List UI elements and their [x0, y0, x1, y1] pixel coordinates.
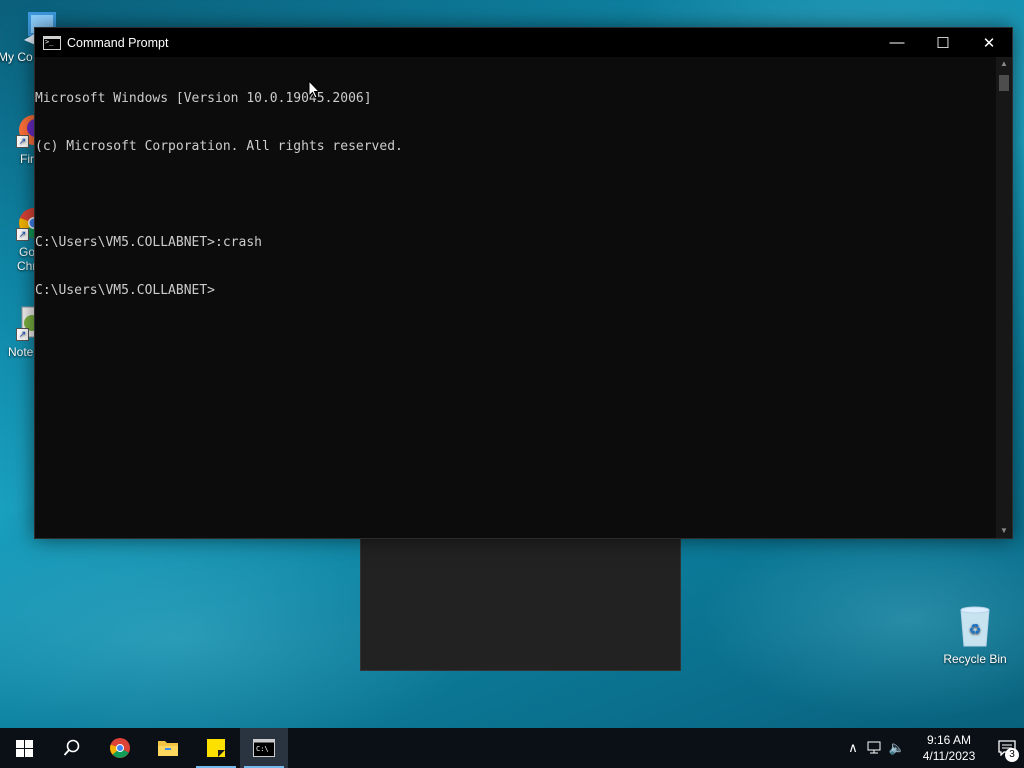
- command-prompt-window[interactable]: Command Prompt — ☐ ✕ Microsoft Windows […: [34, 27, 1013, 539]
- desktop-icon-label: Recycle Bin: [943, 652, 1007, 666]
- svg-text:C:\: C:\: [256, 745, 269, 753]
- console-output[interactable]: Microsoft Windows [Version 10.0.19045.20…: [35, 57, 996, 538]
- taskbar-sticky-notes[interactable]: [192, 728, 240, 768]
- close-button[interactable]: ✕: [966, 28, 1012, 57]
- svg-text:♻: ♻: [969, 622, 982, 638]
- system-tray: ∧ 🔈 9:16 AM 4/11/2023 3: [842, 728, 1024, 768]
- desktop-icon-recycle-bin[interactable]: ♻ Recycle Bin: [937, 604, 1013, 666]
- notification-count-badge: 3: [1005, 748, 1019, 762]
- console-prompt-line[interactable]: C:\Users\VM5.COLLABNET>: [35, 283, 996, 299]
- maximize-button[interactable]: ☐: [920, 28, 966, 57]
- console-line: C:\Users\VM5.COLLABNET>:crash: [35, 235, 262, 250]
- shortcut-arrow-icon: ↗: [16, 228, 29, 241]
- scroll-thumb[interactable]: [999, 75, 1009, 91]
- mouse-cursor-icon: [308, 80, 320, 99]
- console-line: (c) Microsoft Corporation. All rights re…: [35, 139, 403, 154]
- shortcut-arrow-icon: ↗: [16, 135, 29, 148]
- vertical-scrollbar[interactable]: ▲ ▼: [996, 57, 1012, 538]
- scroll-up-arrow-icon[interactable]: ▲: [996, 57, 1012, 71]
- action-center-button[interactable]: 3: [990, 728, 1024, 768]
- taskbar: C:\ ∧ 🔈 9:16 AM 4/11/2023 3: [0, 728, 1024, 768]
- window-title: Command Prompt: [67, 35, 169, 50]
- network-icon[interactable]: [864, 728, 886, 768]
- volume-icon[interactable]: 🔈: [886, 728, 908, 768]
- search-icon: [63, 739, 80, 756]
- file-explorer-icon: [158, 741, 178, 756]
- taskbar-command-prompt[interactable]: C:\: [240, 728, 288, 768]
- command-prompt-icon: C:\: [253, 739, 275, 757]
- search-button[interactable]: [48, 728, 96, 768]
- recycle-bin-icon: ♻: [955, 604, 995, 648]
- minimize-button[interactable]: —: [874, 28, 920, 57]
- windows-logo-icon: [15, 739, 33, 757]
- taskbar-preview-panel: [360, 537, 681, 671]
- clock[interactable]: 9:16 AM 4/11/2023: [914, 732, 984, 764]
- shortcut-arrow-icon: ↗: [16, 328, 29, 341]
- show-hidden-icons-chevron-icon[interactable]: ∧: [842, 728, 864, 768]
- scroll-down-arrow-icon[interactable]: ▼: [996, 524, 1012, 538]
- taskbar-chrome[interactable]: [96, 728, 144, 768]
- console-line: Microsoft Windows [Version 10.0.19045.20…: [35, 91, 372, 106]
- taskbar-file-explorer[interactable]: [144, 728, 192, 768]
- chrome-icon: [110, 738, 130, 758]
- clock-date: 4/11/2023: [922, 749, 976, 763]
- command-prompt-icon: [43, 35, 61, 50]
- sticky-notes-icon: [207, 739, 225, 757]
- clock-time: 9:16 AM: [926, 733, 972, 747]
- start-button[interactable]: [0, 728, 48, 768]
- title-bar[interactable]: Command Prompt — ☐ ✕: [35, 28, 1012, 57]
